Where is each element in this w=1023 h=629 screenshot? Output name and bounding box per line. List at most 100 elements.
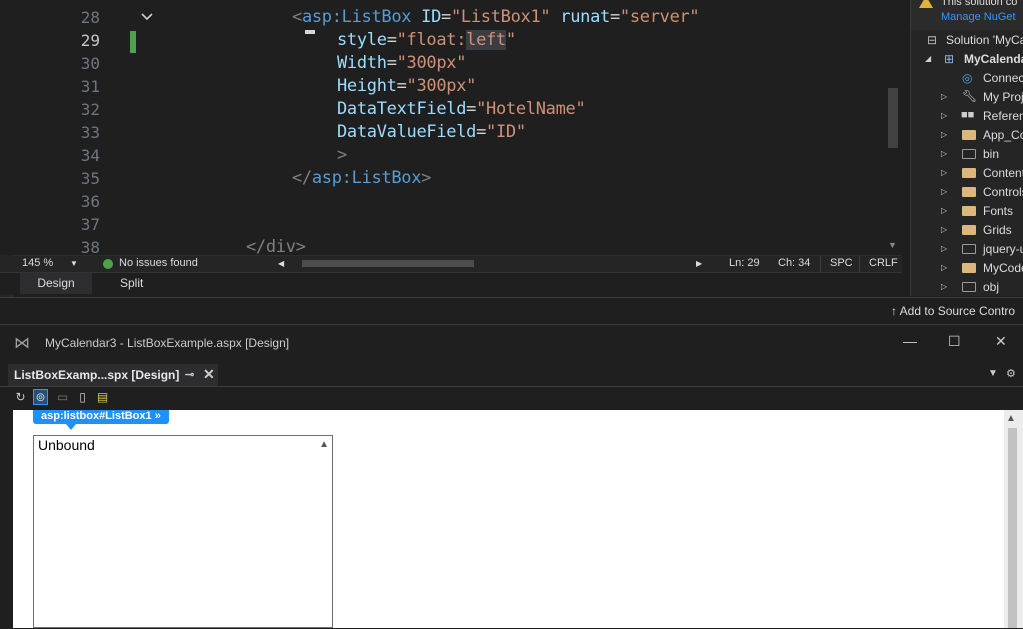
- tree-item-folder[interactable]: ▷ Content: [911, 164, 1023, 183]
- tree-item-folder[interactable]: ▷ Fonts: [911, 202, 1023, 221]
- column-indicator[interactable]: Ch: 34: [778, 257, 810, 269]
- editor-scroll-thumb[interactable]: [888, 88, 898, 148]
- minimize-icon[interactable]: —: [903, 333, 917, 349]
- tree-item-folder[interactable]: ▷ MyCode: [911, 259, 1023, 278]
- hidden-folder-icon: [962, 282, 976, 292]
- code-editor[interactable]: 28 29 30 31 32 33 34 35 36 37 38 <asp:Li…: [0, 0, 902, 255]
- maximize-icon[interactable]: ☐: [948, 333, 961, 350]
- tree-item-label: Referen: [983, 109, 1023, 123]
- element-selector-tag[interactable]: asp:listbox#ListBox1 »: [33, 410, 169, 424]
- tree-item-folder[interactable]: ▷ jquery-u: [911, 240, 1023, 259]
- tree-item-label: My Proj: [983, 90, 1023, 104]
- collapsed-arrow-icon[interactable]: ▷: [941, 282, 947, 291]
- tree-item-label: bin: [983, 147, 1000, 161]
- collapsed-arrow-icon[interactable]: ▷: [941, 130, 947, 139]
- code-line-30: Width="300px": [337, 53, 466, 73]
- collapsed-arrow-icon[interactable]: ▷: [941, 225, 947, 234]
- tree-item-my-project[interactable]: ▷ 🔧︎ My Proj: [911, 88, 1023, 107]
- tab-label: ListBoxExamp...spx [Design]: [14, 368, 180, 382]
- tree-item-label: jquery-u: [983, 242, 1023, 256]
- whitespace-indicator[interactable]: SPC: [830, 257, 853, 269]
- tree-item-label: Fonts: [983, 204, 1014, 218]
- gear-icon[interactable]: ⚙: [1006, 367, 1016, 380]
- scroll-right-arrow-icon[interactable]: ▶: [696, 259, 702, 268]
- horizontal-scroll-thumb[interactable]: [302, 260, 474, 267]
- window-title-bar[interactable]: ⋈ MyCalendar3 - ListBoxExample.aspx [Des…: [0, 325, 1023, 359]
- line-number: 36: [80, 192, 100, 211]
- fold-chevron-icon[interactable]: [140, 11, 154, 23]
- tab-design[interactable]: Design: [20, 273, 92, 294]
- source-control-bar: ↑ Add to Source Contro: [0, 297, 1023, 325]
- tree-item-label: Connect: [983, 71, 1023, 85]
- add-to-source-control-button[interactable]: ↑ Add to Source Contro: [891, 304, 1015, 318]
- selected-text: left: [466, 30, 506, 50]
- tree-item-label: MyCode: [983, 261, 1023, 275]
- line-number: 33: [80, 123, 100, 142]
- tree-item-references[interactable]: ▷ ■■ Referen: [911, 107, 1023, 126]
- scroll-down-arrow-icon[interactable]: ▼: [888, 240, 897, 250]
- selector-expand-icon[interactable]: »: [155, 410, 161, 422]
- collapsed-arrow-icon[interactable]: ▷: [941, 263, 947, 272]
- pin-icon[interactable]: ⊸: [185, 368, 194, 381]
- issues-status[interactable]: No issues found: [119, 257, 198, 269]
- code-token: ID: [411, 7, 442, 27]
- document-tab-row: ListBoxExamp...spx [Design] ⊸ ✕ ▼ ⚙: [0, 364, 1023, 387]
- collapsed-arrow-icon[interactable]: ▷: [941, 206, 947, 215]
- zoom-dropdown-icon[interactable]: ▼: [70, 259, 78, 268]
- manage-nuget-link[interactable]: Manage NuGet: [941, 11, 1016, 23]
- listbox-control[interactable]: Unbound ▲: [33, 435, 333, 628]
- refresh-icon[interactable]: ↻: [14, 390, 27, 404]
- code-token: =: [466, 99, 477, 119]
- expanded-arrow-icon[interactable]: ◢: [925, 54, 931, 63]
- tree-item-label: obj: [983, 280, 1000, 294]
- collapsed-arrow-icon[interactable]: ▷: [941, 111, 947, 120]
- close-tab-icon[interactable]: ✕: [203, 366, 215, 383]
- collapsed-arrow-icon[interactable]: ▷: [941, 149, 947, 158]
- no-issues-check-icon: [103, 259, 113, 269]
- quick-action-marker[interactable]: [305, 30, 315, 34]
- tree-item-folder[interactable]: ▷ Controls: [911, 183, 1023, 202]
- tree-item-folder[interactable]: ▷ App_Co: [911, 126, 1023, 145]
- selector-pointer: [66, 424, 76, 430]
- collapsed-arrow-icon[interactable]: ▷: [941, 187, 947, 196]
- tree-item-solution[interactable]: ⊟ Solution 'MyCa: [911, 31, 1023, 50]
- references-icon: ■■: [961, 109, 975, 121]
- collapsed-arrow-icon[interactable]: ▷: [941, 168, 947, 177]
- up-arrow-icon: ↑: [891, 304, 897, 318]
- line-number: 35: [80, 169, 100, 188]
- tab-listboxexample-design[interactable]: ListBoxExamp...spx [Design] ⊸ ✕: [8, 364, 218, 386]
- canvas-scroll-thumb[interactable]: [1008, 428, 1017, 628]
- code-token: </: [292, 168, 312, 188]
- listbox-item: Unbound: [38, 437, 95, 453]
- canvas-scroll-up-icon[interactable]: ▲: [1006, 413, 1016, 424]
- tab-overflow-dropdown-icon[interactable]: ▼: [988, 368, 998, 379]
- collapsed-arrow-icon[interactable]: ▷: [941, 92, 947, 101]
- code-token: Width: [337, 53, 387, 73]
- tree-item-folder[interactable]: ▷ Grids: [911, 221, 1023, 240]
- status-separator: [859, 256, 860, 272]
- scroll-left-arrow-icon[interactable]: ◀: [278, 259, 284, 268]
- notes-icon[interactable]: ▤: [96, 390, 109, 404]
- tab-split[interactable]: Split: [120, 276, 143, 290]
- nuget-warning-banner: This solution co Manage NuGet: [911, 0, 1023, 30]
- line-ending-indicator[interactable]: CRLF: [869, 257, 898, 269]
- listbox-scroll-up-icon[interactable]: ▲: [319, 439, 329, 450]
- code-token: "HotelName": [476, 99, 586, 119]
- show-details-icon[interactable]: ⊚: [33, 389, 48, 405]
- tree-item-connected-services[interactable]: ◎ Connect: [911, 69, 1023, 88]
- code-line-29: style="float:left": [337, 30, 516, 50]
- code-token: =: [386, 53, 397, 73]
- close-window-icon[interactable]: ✕: [995, 333, 1007, 350]
- collapsed-arrow-icon[interactable]: ▷: [941, 244, 947, 253]
- device-icon[interactable]: ▯: [76, 390, 89, 404]
- code-token: =: [396, 76, 407, 96]
- tree-item-folder[interactable]: ▷ bin: [911, 145, 1023, 164]
- code-token: =: [386, 30, 397, 50]
- document-icon[interactable]: ▭: [56, 390, 69, 404]
- window-title: MyCalendar3 - ListBoxExample.aspx [Desig…: [45, 336, 290, 350]
- tree-item-project[interactable]: ◢ ⊞ MyCalenda: [911, 50, 1023, 69]
- zoom-level[interactable]: 145 %: [22, 257, 53, 269]
- warning-icon: [919, 0, 933, 8]
- tree-item-folder[interactable]: ▷ obj: [911, 278, 1023, 296]
- line-indicator[interactable]: Ln: 29: [729, 257, 760, 269]
